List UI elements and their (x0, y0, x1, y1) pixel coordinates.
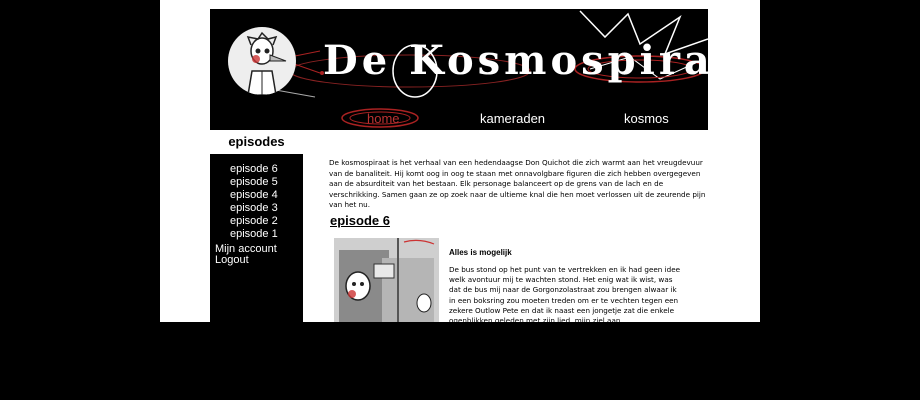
sidebar: episodes episode 6 episode 5 episode 4 e… (210, 130, 303, 322)
intro-text: De kosmospiraat is het verhaal van een h… (329, 158, 706, 209)
sidebar-item-episode-1[interactable]: episode 1 (230, 228, 278, 241)
sidebar-item-episode-6[interactable]: episode 6 (230, 163, 278, 176)
logo-avatar (228, 27, 296, 95)
story-title: Alles is mogelijk (449, 248, 512, 257)
story-text: De bus stond op het punt van te vertrekk… (449, 265, 681, 326)
sidebar-tab-episodes[interactable]: episodes (210, 130, 303, 154)
nav-home[interactable]: home (367, 111, 400, 126)
nav-kameraden[interactable]: kameraden (480, 111, 545, 126)
site-logo[interactable]: De Kosmospiraat (323, 37, 708, 84)
account-links: Mijn account Logout (215, 244, 277, 266)
episode-heading[interactable]: episode 6 (330, 213, 390, 228)
page-container: De Kosmospiraat home kameraden kosmos ep… (160, 0, 760, 325)
nav-kosmos[interactable]: kosmos (624, 111, 669, 126)
sidebar-item-episode-4[interactable]: episode 4 (230, 189, 278, 202)
episode-list: episode 6 episode 5 episode 4 episode 3 … (230, 163, 278, 241)
sidebar-item-episode-3[interactable]: episode 3 (230, 202, 278, 215)
episode-illustration (334, 238, 439, 322)
sidebar-item-episode-2[interactable]: episode 2 (230, 215, 278, 228)
main-content: De kosmospiraat is het verhaal van een h… (303, 130, 708, 325)
sidebar-item-episode-5[interactable]: episode 5 (230, 176, 278, 189)
site-header: De Kosmospiraat home kameraden kosmos (210, 9, 708, 130)
logout-link[interactable]: Logout (215, 255, 277, 266)
main-nav: home kameraden kosmos (210, 109, 708, 130)
